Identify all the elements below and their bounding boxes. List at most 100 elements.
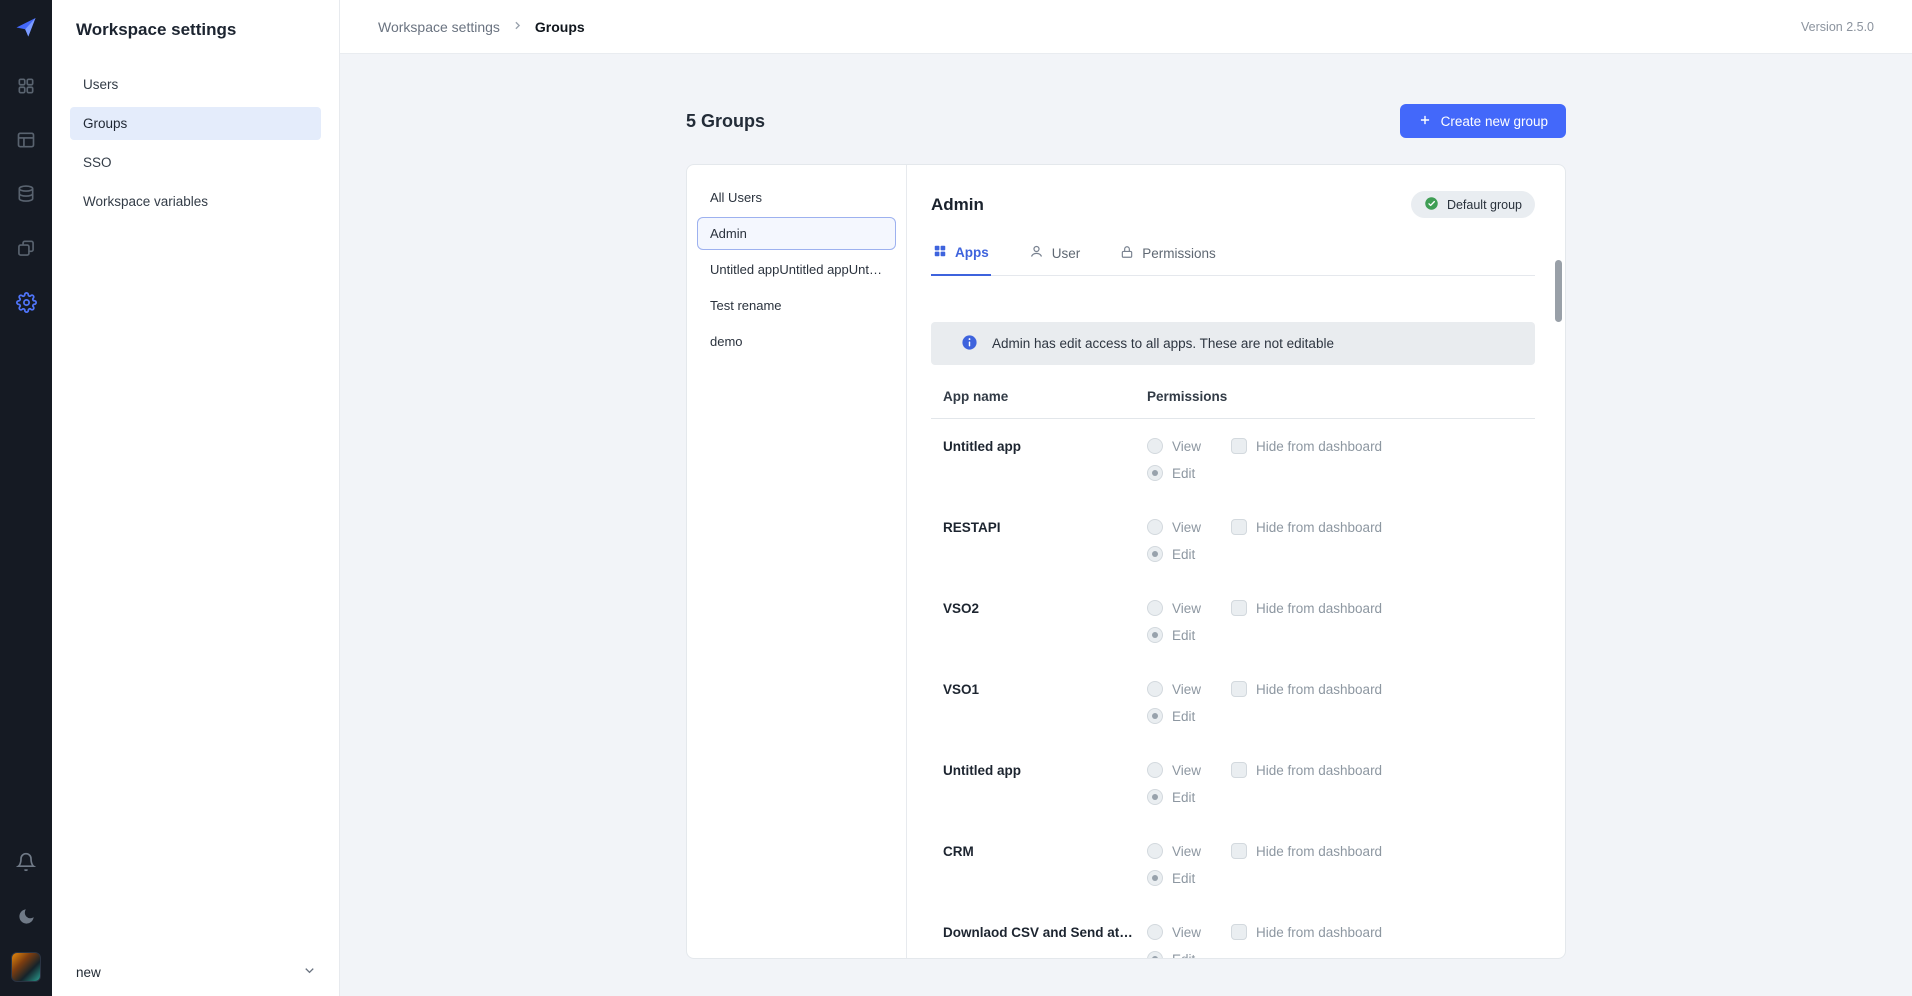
- edit-label: Edit: [1172, 547, 1195, 562]
- apps-nav-icon[interactable]: [8, 68, 44, 104]
- tab-permissions[interactable]: Permissions: [1118, 234, 1218, 275]
- table-row: CRM View Hide from dashboard Edit: [931, 824, 1535, 905]
- group-list: All Users Admin Untitled appUntitled app…: [687, 165, 907, 958]
- hide-from-dashboard-label: Hide from dashboard: [1256, 925, 1382, 940]
- notifications-bell-icon[interactable]: [8, 844, 44, 880]
- edit-radio: [1147, 789, 1163, 805]
- view-radio: [1147, 681, 1163, 697]
- sidebar-title: Workspace settings: [52, 20, 339, 40]
- marketplace-nav-icon[interactable]: [8, 230, 44, 266]
- edit-label: Edit: [1172, 709, 1195, 724]
- groups-count: 5 Groups: [686, 111, 765, 132]
- group-item-admin[interactable]: Admin: [697, 217, 896, 250]
- edit-label: Edit: [1172, 952, 1195, 960]
- workspace-name: new: [76, 965, 101, 980]
- app-name: Untitled app: [943, 438, 1147, 481]
- layouts-nav-icon[interactable]: [8, 122, 44, 158]
- sidebar-item-users[interactable]: Users: [70, 68, 321, 101]
- app-root: Workspace settings Users Groups SSO Work…: [0, 0, 1912, 996]
- edit-radio: [1147, 708, 1163, 724]
- hide-from-dashboard-checkbox: [1231, 519, 1247, 535]
- tab-user-label: User: [1052, 246, 1081, 261]
- sidebar-item-workspace-variables[interactable]: Workspace variables: [70, 185, 321, 218]
- tab-user[interactable]: User: [1027, 234, 1083, 275]
- group-item-test-rename[interactable]: Test rename: [697, 289, 896, 322]
- view-label: View: [1172, 601, 1201, 616]
- table-row: RESTAPI View Hide from dashboard Edit: [931, 500, 1535, 581]
- table-row: VSO1 View Hide from dashboard Edit: [931, 662, 1535, 743]
- default-group-badge-label: Default group: [1447, 198, 1522, 212]
- user-avatar[interactable]: [11, 952, 41, 982]
- hide-from-dashboard-checkbox: [1231, 681, 1247, 697]
- check-circle-icon: [1424, 196, 1439, 214]
- table-row: VSO2 View Hide from dashboard Edit: [931, 581, 1535, 662]
- create-new-group-button[interactable]: Create new group: [1400, 104, 1566, 138]
- hide-from-dashboard-checkbox: [1231, 438, 1247, 454]
- view-label: View: [1172, 763, 1201, 778]
- create-new-group-label: Create new group: [1441, 114, 1548, 129]
- settings-nav-icon-active[interactable]: [8, 284, 44, 320]
- detail-tabs: Apps User: [931, 234, 1535, 276]
- app-name: VSO2: [943, 600, 1147, 643]
- edit-radio: [1147, 465, 1163, 481]
- edit-label: Edit: [1172, 466, 1195, 481]
- view-radio: [1147, 924, 1163, 940]
- hide-from-dashboard-label: Hide from dashboard: [1256, 439, 1382, 454]
- view-label: View: [1172, 682, 1201, 697]
- sidebar-item-groups[interactable]: Groups: [70, 107, 321, 140]
- view-label: View: [1172, 439, 1201, 454]
- app-name: RESTAPI: [943, 519, 1147, 562]
- hide-from-dashboard-label: Hide from dashboard: [1256, 520, 1382, 535]
- breadcrumb-parent[interactable]: Workspace settings: [378, 19, 500, 35]
- topbar: Workspace settings Groups Version 2.5.0: [340, 0, 1912, 54]
- view-radio: [1147, 519, 1163, 535]
- breadcrumb: Workspace settings Groups: [378, 19, 585, 35]
- version-label: Version 2.5.0: [1801, 20, 1874, 34]
- app-name: VSO1: [943, 681, 1147, 724]
- view-label: View: [1172, 925, 1201, 940]
- detail-header: Admin Default group: [931, 191, 1535, 218]
- hide-from-dashboard-label: Hide from dashboard: [1256, 763, 1382, 778]
- hide-from-dashboard-label: Hide from dashboard: [1256, 601, 1382, 616]
- vertical-scrollbar-thumb[interactable]: [1555, 260, 1562, 322]
- info-icon: [961, 334, 978, 354]
- view-radio: [1147, 843, 1163, 859]
- group-item-all-users[interactable]: All Users: [697, 181, 896, 214]
- dark-mode-moon-icon[interactable]: [8, 898, 44, 934]
- tab-apps-label: Apps: [955, 245, 989, 260]
- app-name: Untitled app: [943, 762, 1147, 805]
- view-radio: [1147, 438, 1163, 454]
- table-row: Downlaod CSV and Send attac… View Hide f…: [931, 905, 1535, 959]
- settings-sidebar: Workspace settings Users Groups SSO Work…: [52, 0, 340, 996]
- chevron-right-icon: [511, 19, 524, 35]
- hide-from-dashboard-checkbox: [1231, 762, 1247, 778]
- workspace-switcher[interactable]: new: [52, 948, 339, 996]
- tab-apps[interactable]: Apps: [931, 234, 991, 276]
- chevron-down-icon: [302, 963, 317, 981]
- apps-permissions-table: App name Permissions Untitled app View H…: [931, 389, 1535, 959]
- content: 5 Groups Create new group All Users Admi…: [340, 54, 1912, 996]
- hide-from-dashboard-checkbox: [1231, 600, 1247, 616]
- user-icon: [1029, 244, 1044, 262]
- database-nav-icon[interactable]: [8, 176, 44, 212]
- edit-radio: [1147, 870, 1163, 886]
- info-banner-text: Admin has edit access to all apps. These…: [992, 336, 1334, 351]
- view-label: View: [1172, 520, 1201, 535]
- groups-card: All Users Admin Untitled appUntitled app…: [686, 164, 1566, 959]
- apps-grid-icon: [933, 244, 947, 261]
- sidebar-item-sso[interactable]: SSO: [70, 146, 321, 179]
- plus-icon: [1418, 113, 1432, 130]
- view-label: View: [1172, 844, 1201, 859]
- table-header: App name Permissions: [931, 389, 1535, 419]
- main-area: Workspace settings Groups Version 2.5.0 …: [340, 0, 1912, 996]
- view-radio: [1147, 600, 1163, 616]
- table-row: Untitled app View Hide from dashboard Ed…: [931, 743, 1535, 824]
- edit-radio: [1147, 627, 1163, 643]
- group-item-demo[interactable]: demo: [697, 325, 896, 358]
- edit-radio: [1147, 951, 1163, 959]
- app-name: CRM: [943, 843, 1147, 886]
- edit-label: Edit: [1172, 871, 1195, 886]
- group-item-untitled[interactable]: Untitled appUntitled appUntitle…: [697, 253, 896, 286]
- edit-label: Edit: [1172, 628, 1195, 643]
- app-logo-icon[interactable]: [11, 12, 41, 42]
